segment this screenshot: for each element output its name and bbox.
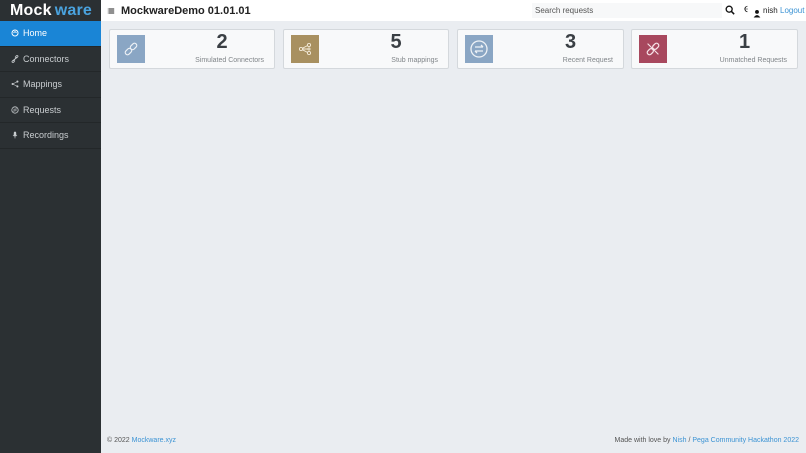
author-link[interactable]: Nish	[673, 437, 687, 444]
stat-card-mappings[interactable]: 5 Stub mappings	[283, 29, 449, 69]
stat-count: 2	[216, 31, 228, 53]
user-icon	[753, 5, 761, 18]
microphone-icon	[10, 130, 20, 140]
menu-toggle-icon[interactable]	[106, 6, 116, 16]
sidebar-item-label: Requests	[23, 104, 62, 115]
search-icon[interactable]	[724, 3, 736, 16]
stat-count: 1	[738, 31, 751, 53]
event-link[interactable]: Pega Community Hackathon 2022	[692, 437, 799, 444]
sidebar-item-mappings[interactable]: Mappings	[0, 72, 101, 98]
sidebar-item-label: Recordings	[23, 130, 69, 141]
sidebar-item-label: Mappings	[23, 79, 63, 90]
stat-card-requests[interactable]: 3 Recent Request	[457, 29, 624, 69]
requests-icon	[10, 105, 20, 115]
footer-separator: /	[688, 437, 691, 444]
logout-link[interactable]: Logout	[780, 6, 804, 15]
stat-label: Stub mappings	[391, 57, 438, 64]
footer-copyright: © 2022 Mockware.xyz	[107, 437, 176, 444]
search-input[interactable]	[532, 3, 722, 18]
top-header: MockwareDemo 01.01.01 nish Logout	[101, 0, 806, 21]
brand-part2: ware	[54, 1, 92, 19]
footer-credits: Made with love by Nish / Pega Community …	[615, 437, 799, 444]
sidebar-item-requests[interactable]: Requests	[0, 98, 101, 123]
brand-part1: Mock	[10, 1, 52, 19]
stat-label: Simulated Connectors	[195, 57, 264, 64]
sidebar-item-label: Home	[23, 28, 48, 39]
sidebar-item-connectors[interactable]: Connectors	[0, 47, 101, 72]
stat-label: Unmatched Requests	[719, 57, 787, 64]
copyright-text: © 2022	[107, 437, 130, 444]
stat-card-connectors[interactable]: 2 Simulated Connectors	[109, 29, 275, 69]
page-title: MockwareDemo 01.01.01	[121, 4, 251, 17]
sidebar-item-recordings[interactable]: Recordings	[0, 123, 101, 149]
sidebar-item-home[interactable]: Home	[0, 21, 101, 47]
username: nish	[763, 6, 778, 15]
home-icon	[10, 28, 20, 38]
sidebar: Mock ware Home Connectors Mappings Reques…	[0, 0, 101, 453]
link-icon	[10, 54, 20, 64]
theme-toggle-icon[interactable]	[743, 5, 751, 15]
brand-logo[interactable]: Mock ware	[0, 0, 101, 21]
stat-count: 5	[390, 31, 402, 53]
stat-card-unmatched[interactable]: 1 Unmatched Requests	[631, 29, 798, 69]
stat-count: 3	[564, 31, 577, 53]
stat-label: Recent Request	[562, 57, 613, 64]
sidebar-item-label: Connectors	[23, 53, 70, 64]
made-with-text: Made with love by	[614, 437, 671, 444]
share-icon	[10, 79, 20, 89]
site-link[interactable]: Mockware.xyz	[132, 437, 176, 444]
